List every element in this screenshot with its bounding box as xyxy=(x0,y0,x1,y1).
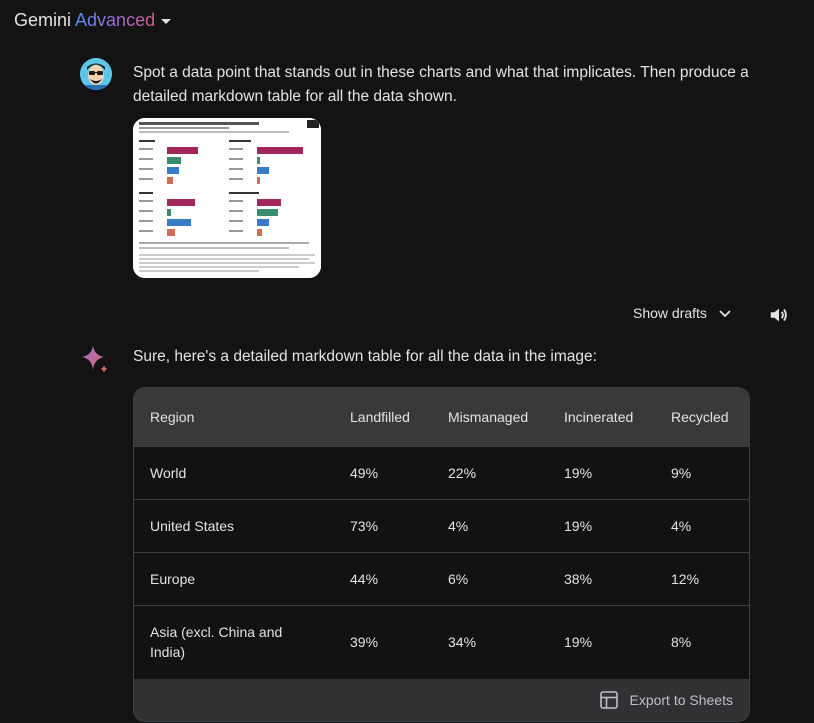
table-cell: 12% xyxy=(655,551,749,605)
chevron-down-icon xyxy=(719,310,731,318)
column-header: Landfilled xyxy=(350,408,410,425)
table-cell: 4% xyxy=(655,498,749,552)
table-cell: 49% xyxy=(334,445,432,499)
gemini-sparkle-icon xyxy=(82,345,108,373)
table-cell: 4% xyxy=(432,498,548,552)
user-avatar xyxy=(80,58,112,90)
table-cell: 19% xyxy=(548,604,655,678)
table-cell: 19% xyxy=(548,445,655,499)
table-cell: Asia (excl. China and India) xyxy=(134,604,334,678)
table-cell: 39% xyxy=(334,604,432,678)
table-row: Asia (excl. China and India) 39% 34% 19%… xyxy=(134,604,749,678)
table-cell: 22% xyxy=(432,445,548,499)
column-header: Recycled xyxy=(671,408,729,425)
table-cell: 34% xyxy=(432,604,548,678)
data-table: Region Landfilled Mismanaged Incinerated… xyxy=(134,388,749,678)
model-switcher[interactable]: Gemini Advanced xyxy=(14,8,172,32)
export-label: Export to Sheets xyxy=(629,692,733,708)
table-cell: 44% xyxy=(334,551,432,605)
table-row: Europe 44% 6% 38% 12% xyxy=(134,551,749,605)
column-header: Mismanaged xyxy=(448,408,529,425)
brand-title: Gemini Advanced xyxy=(14,9,156,30)
table-cell: 19% xyxy=(548,498,655,552)
table-cell: World xyxy=(134,445,334,499)
attached-chart-image[interactable] xyxy=(133,118,321,278)
column-header: Incinerated xyxy=(564,408,634,425)
sheets-icon xyxy=(600,691,619,709)
table-header-row: Region Landfilled Mismanaged Incinerated… xyxy=(134,388,749,446)
table-cell: United States xyxy=(134,498,334,552)
table-cell: Europe xyxy=(134,551,334,605)
user-prompt: Spot a data point that stands out in the… xyxy=(133,64,749,105)
column-header: Region xyxy=(150,408,195,425)
table-row: United States 73% 4% 19% 4% xyxy=(134,498,749,552)
table-cell: 6% xyxy=(432,551,548,605)
chevron-down-icon xyxy=(161,18,172,24)
show-drafts-label: Show drafts xyxy=(633,305,707,321)
table-cell: 73% xyxy=(334,498,432,552)
data-table-card: Region Landfilled Mismanaged Incinerated… xyxy=(133,387,750,722)
speaker-icon[interactable] xyxy=(768,304,790,326)
response-intro: Sure, here's a detailed markdown table f… xyxy=(133,348,597,365)
export-to-sheets-button[interactable]: Export to Sheets xyxy=(134,679,749,721)
table-cell: 9% xyxy=(655,445,749,499)
table-row: World 49% 22% 19% 9% xyxy=(134,445,749,499)
show-drafts-button[interactable]: Show drafts xyxy=(633,305,733,321)
table-cell: 38% xyxy=(548,551,655,605)
table-cell: 8% xyxy=(655,604,749,678)
